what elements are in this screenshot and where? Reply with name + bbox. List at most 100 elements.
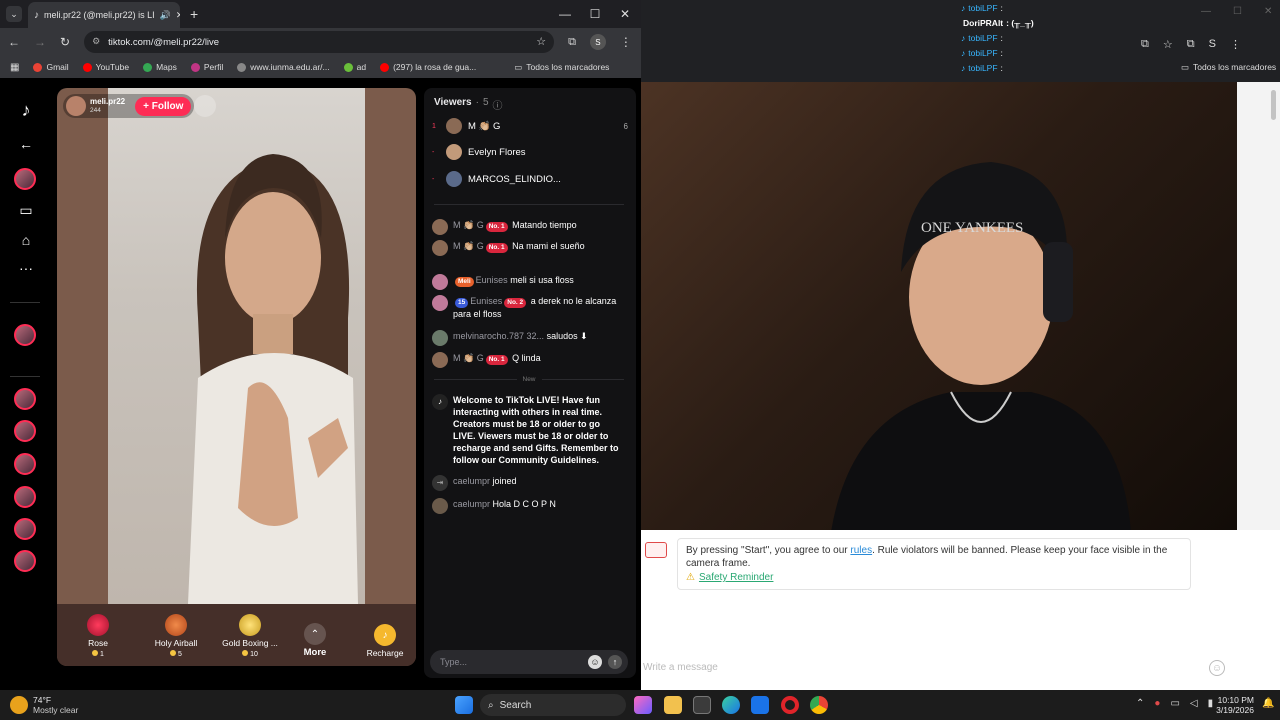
- profile-avatar[interactable]: S: [589, 34, 606, 50]
- minimize-button[interactable]: —: [550, 0, 580, 28]
- bookmark-perfil[interactable]: Perfil: [190, 62, 223, 72]
- volume-icon[interactable]: ◁: [1190, 698, 1198, 709]
- notification-icon[interactable]: 🔔: [1262, 698, 1274, 709]
- chevron-up-icon[interactable]: ⌃: [1136, 698, 1144, 709]
- back-arrow-icon[interactable]: ←: [14, 132, 38, 156]
- gift-gold-boxing[interactable]: Gold Boxing ... 10: [215, 614, 285, 658]
- video-icon[interactable]: ▭: [14, 198, 38, 222]
- live-avatar[interactable]: [14, 324, 36, 346]
- opera-icon[interactable]: [781, 696, 799, 714]
- youtube-icon: [380, 62, 390, 72]
- chat-message[interactable]: Meli Eunises meli si usa floss: [432, 274, 630, 290]
- share-icon[interactable]: [194, 95, 216, 117]
- send-icon[interactable]: ↑: [608, 655, 622, 669]
- gift-rose[interactable]: Rose 1: [63, 614, 133, 658]
- live-avatar[interactable]: [14, 518, 36, 540]
- back-icon[interactable]: ←: [8, 35, 20, 49]
- scrollbar-thumb[interactable]: [1271, 90, 1276, 120]
- live-avatar[interactable]: [14, 388, 36, 410]
- reload-icon[interactable]: ↻: [60, 35, 70, 49]
- bookmark-star-icon[interactable]: ☆: [1163, 38, 1173, 51]
- battery-icon[interactable]: ▮: [1208, 698, 1214, 709]
- site-info-icon[interactable]: ⚙: [92, 36, 100, 47]
- more-dots-icon[interactable]: ···: [14, 256, 38, 280]
- follow-button[interactable]: + Follow: [135, 96, 192, 116]
- viewer-row[interactable]: - Evelyn Flores: [432, 144, 628, 160]
- network-icon[interactable]: ▭: [1170, 698, 1179, 709]
- minimize-button[interactable]: —: [1201, 6, 1211, 17]
- message-input[interactable]: Write a message: [643, 662, 718, 673]
- tiktok-logo-icon[interactable]: ♪: [14, 98, 38, 122]
- live-avatar[interactable]: [14, 420, 36, 442]
- close-window-button[interactable]: ✕: [610, 0, 640, 28]
- live-avatar[interactable]: [14, 486, 36, 508]
- chat-message[interactable]: caelumpr Hola D C O P N: [432, 498, 630, 514]
- bookmark-gmail[interactable]: Gmail: [33, 62, 69, 72]
- bookmark-ad[interactable]: ad: [343, 62, 366, 72]
- bookmark-youtube[interactable]: YouTube: [82, 62, 129, 72]
- audio-icon[interactable]: 🔊: [160, 10, 171, 21]
- weather-widget[interactable]: 74°F Mostly clear: [33, 695, 78, 715]
- cast-icon[interactable]: ⧉: [1141, 38, 1149, 51]
- maximize-button[interactable]: ☐: [1233, 6, 1242, 17]
- rules-link[interactable]: rules: [850, 545, 872, 556]
- recharge-label: Recharge: [366, 648, 404, 658]
- live-video[interactable]: meli.pr22 244 + Follow Rose 1 Holy Airba…: [57, 88, 416, 666]
- file-explorer-icon[interactable]: [664, 696, 682, 714]
- live-avatar[interactable]: [14, 453, 36, 475]
- bookmark-maps[interactable]: Maps: [143, 62, 177, 72]
- menu-icon[interactable]: ⋮: [1230, 38, 1241, 51]
- info-icon[interactable]: ⓘ: [493, 97, 503, 112]
- all-bookmarks[interactable]: ▭ Todos los marcadores: [514, 62, 609, 73]
- menu-icon[interactable]: ⋮: [620, 35, 632, 49]
- more-gifts-button[interactable]: ⌃ More: [285, 623, 345, 658]
- host-name[interactable]: meli.pr22: [90, 97, 125, 106]
- microphone-icon[interactable]: ●: [1154, 698, 1160, 709]
- extensions-icon[interactable]: ⧉: [568, 36, 576, 49]
- overlay-chat-line: ♪ tobiLPF:: [961, 33, 1003, 43]
- all-bookmarks[interactable]: ▭ Todos los marcadores: [1181, 62, 1276, 73]
- tab-tiktok[interactable]: ♪ meli.pr22 (@meli.pr22) is LI 🔊 ✕: [28, 2, 180, 28]
- viewer-avatar: [446, 171, 462, 187]
- taskbar-search[interactable]: ⌕ Search: [480, 694, 626, 716]
- chat-message[interactable]: 15 Eunises No. 2 a derek no le alcanza par…: [432, 295, 630, 320]
- maximize-button[interactable]: ☐: [580, 0, 610, 28]
- rail-avatar[interactable]: [14, 168, 36, 190]
- forward-icon[interactable]: →: [34, 35, 46, 49]
- edge-icon[interactable]: [722, 696, 740, 714]
- viewer-row[interactable]: - MARCOS_ELINDIO...: [432, 171, 628, 187]
- apps-icon[interactable]: ▦: [10, 62, 19, 73]
- mail-icon[interactable]: [751, 696, 769, 714]
- recharge-button[interactable]: ♪ Recharge: [355, 624, 415, 658]
- chat-message[interactable]: M 👏🏼 G No. 1 Q linda: [432, 352, 630, 368]
- host-avatar[interactable]: [66, 96, 86, 116]
- bookmark-iunma[interactable]: www.iunma.edu.ar/...: [237, 62, 330, 72]
- gift-holy-airball[interactable]: Holy Airball 5: [141, 614, 211, 658]
- clock[interactable]: 10:10 PM 3/19/2026: [1214, 695, 1254, 715]
- viewer-row[interactable]: 1 M 👏🏼 G 6: [432, 118, 628, 134]
- windows-start-icon[interactable]: [455, 696, 473, 714]
- chevron-up-icon: ⌃: [304, 623, 326, 645]
- close-window-button[interactable]: ✕: [1264, 6, 1272, 17]
- chrome-icon[interactable]: [810, 696, 828, 714]
- emoji-icon[interactable]: ☺: [1209, 660, 1225, 676]
- chat-message[interactable]: M 👏🏼 G No. 1 Na mami el sueño: [432, 240, 630, 256]
- store-icon[interactable]: [693, 696, 711, 714]
- url-field[interactable]: ⚙ tiktok.com/@meli.pr22/live ☆: [84, 31, 555, 53]
- new-tab-button[interactable]: +: [190, 6, 198, 22]
- close-tab-icon[interactable]: ✕: [176, 10, 180, 21]
- bookmark-rosa[interactable]: (297) la rosa de gua...: [380, 62, 476, 72]
- chat-area: By pressing "Start", you agree to our ru…: [641, 530, 1280, 690]
- live-avatar[interactable]: [14, 550, 36, 572]
- home-icon[interactable]: ⌂: [14, 228, 38, 252]
- copilot-icon[interactable]: [634, 696, 652, 714]
- emoji-icon[interactable]: ☺: [588, 655, 602, 669]
- bookmark-star-icon[interactable]: ☆: [536, 35, 546, 48]
- chat-message[interactable]: melvinarocho.787 32... saludos ⬇: [432, 330, 630, 346]
- tab-search-button[interactable]: ⌄: [6, 6, 22, 22]
- chat-message[interactable]: M 👏🏼 G No. 1 Matando tiempo: [432, 219, 630, 235]
- profile-avatar[interactable]: S: [1209, 38, 1216, 51]
- safety-reminder-link[interactable]: Safety Reminder: [699, 571, 773, 584]
- extensions-icon[interactable]: ⧉: [1187, 38, 1195, 51]
- chat-input[interactable]: Type... ☺ ↑: [430, 650, 628, 674]
